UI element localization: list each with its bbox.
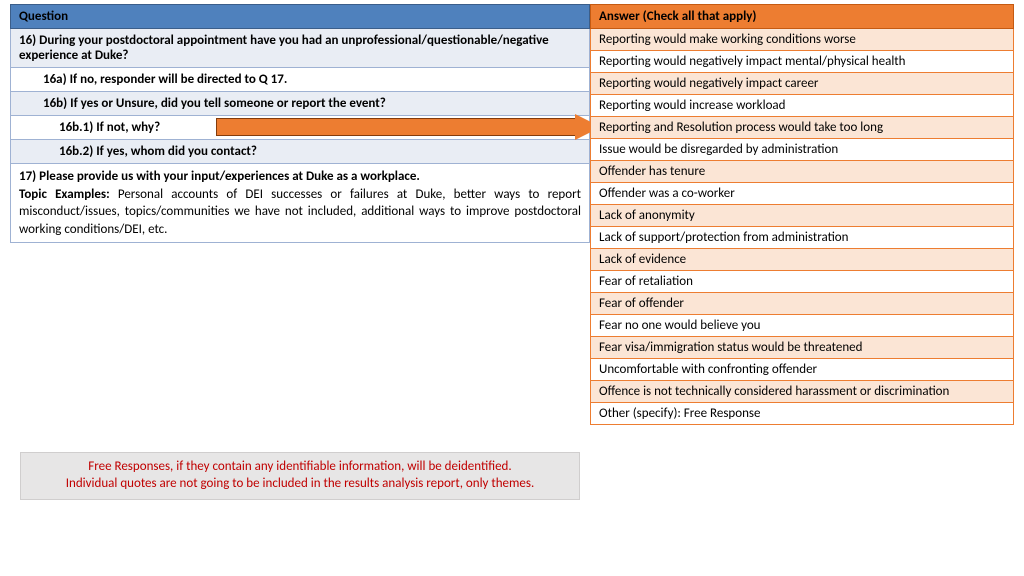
answer-row: Reporting and Resolution process would t… [590, 117, 1014, 139]
answer-row: Fear of retaliation [590, 271, 1014, 293]
answer-row: Offender has tenure [590, 161, 1014, 183]
answer-column: Answer (Check all that apply) Reporting … [590, 4, 1014, 425]
q16b: 16b) If yes or Unsure, did you tell some… [10, 92, 590, 116]
answer-row: Offender was a co-worker [590, 183, 1014, 205]
q17-topic-label: Topic Examples: [19, 187, 118, 202]
arrow-icon [216, 118, 601, 136]
q17-title: 17) Please provide us with your input/ex… [19, 169, 420, 184]
answer-row: Offence is not technically considered ha… [590, 381, 1014, 403]
answer-row: Reporting would negatively impact mental… [590, 51, 1014, 73]
answer-row: Reporting would increase workload [590, 95, 1014, 117]
q16: 16) During your postdoctoral appointment… [10, 29, 590, 68]
answer-row: Reporting would make working conditions … [590, 29, 1014, 51]
answer-row: Lack of evidence [590, 249, 1014, 271]
footer-line1: Free Responses, if they contain any iden… [88, 459, 511, 474]
question-column: Question 16) During your postdoctoral ap… [10, 4, 590, 243]
answer-row: Fear visa/immigration status would be th… [590, 337, 1014, 359]
question-header: Question [10, 4, 590, 29]
answer-row: Lack of anonymity [590, 205, 1014, 227]
q17: 17) Please provide us with your input/ex… [10, 164, 590, 243]
answer-row: Uncomfortable with confronting offender [590, 359, 1014, 381]
answer-row: Fear no one would believe you [590, 315, 1014, 337]
answer-header: Answer (Check all that apply) [590, 4, 1014, 29]
q16b2: 16b.2) If yes, whom did you contact? [10, 140, 590, 164]
answer-row: Issue would be disregarded by administra… [590, 139, 1014, 161]
footer-line2: Individual quotes are not going to be in… [66, 476, 535, 491]
answer-row: Other (specify): Free Response [590, 403, 1014, 425]
answer-row: Reporting would negatively impact career [590, 73, 1014, 95]
answer-row: Fear of offender [590, 293, 1014, 315]
q16b1-text: 16b.1) If not, why? [59, 120, 160, 135]
q16b1: 16b.1) If not, why? [10, 116, 590, 140]
q16a: 16a) If no, responder will be directed t… [10, 68, 590, 92]
answer-row: Lack of support/protection from administ… [590, 227, 1014, 249]
footer-note: Free Responses, if they contain any iden… [20, 452, 580, 500]
